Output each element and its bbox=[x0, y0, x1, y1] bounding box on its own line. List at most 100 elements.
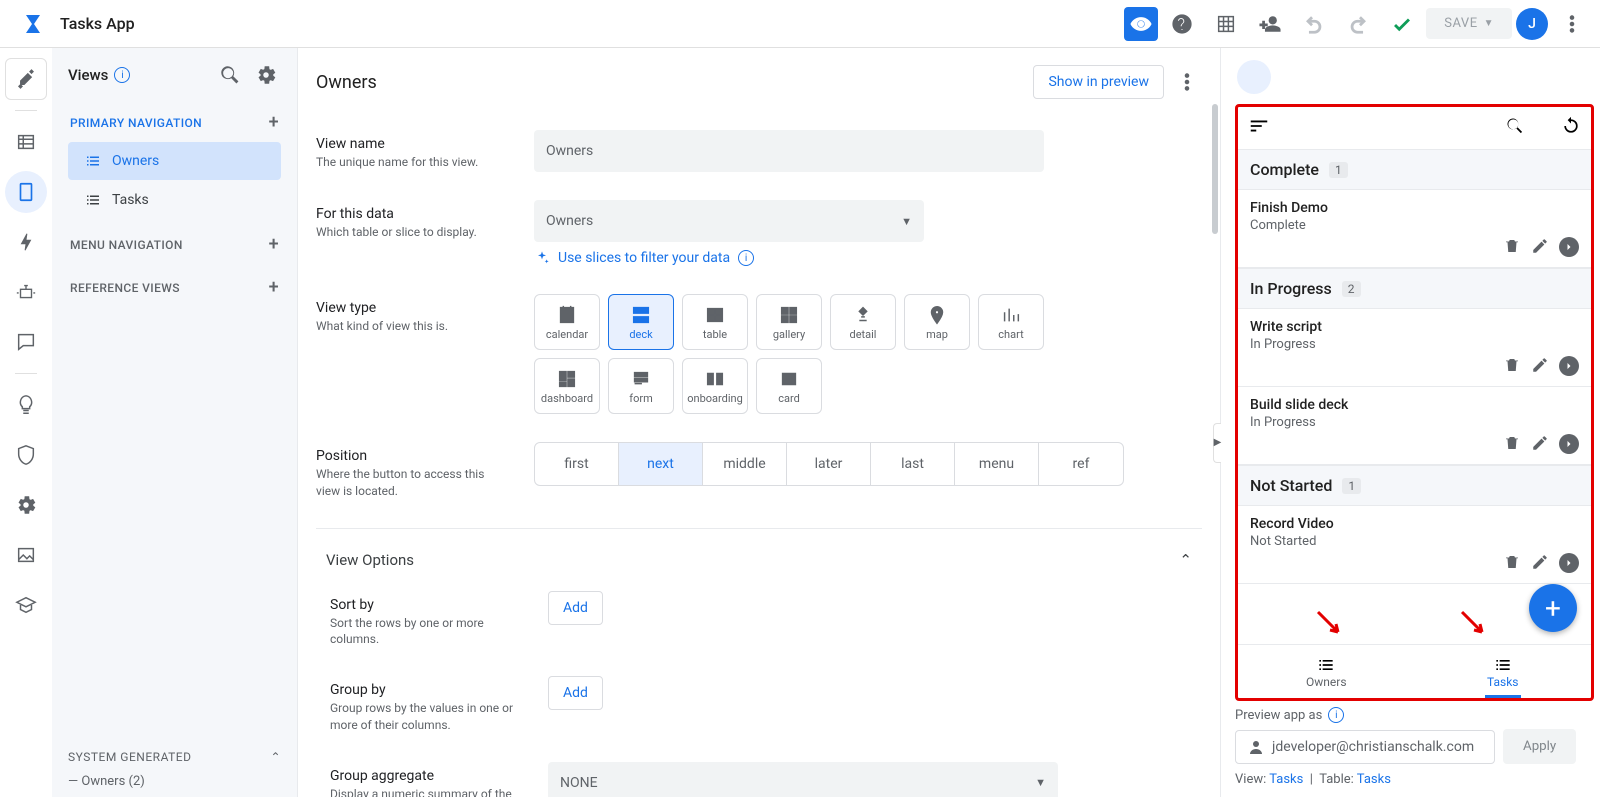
preview-open-new[interactable] bbox=[1558, 60, 1592, 94]
preview-toggle-button[interactable] bbox=[1124, 7, 1158, 41]
share-button[interactable] bbox=[1250, 4, 1290, 44]
card-edit[interactable] bbox=[1531, 237, 1549, 259]
card-open[interactable] bbox=[1559, 356, 1579, 376]
views-settings[interactable] bbox=[251, 60, 281, 90]
sysgen-item[interactable]: — Owners (2) bbox=[52, 774, 297, 797]
rail-intelligence[interactable] bbox=[5, 384, 47, 426]
undo-button[interactable] bbox=[1294, 4, 1334, 44]
keyboard-shortcuts-button[interactable] bbox=[1206, 4, 1246, 44]
preview-tablet-tab[interactable] bbox=[1281, 60, 1315, 94]
group-header[interactable]: Complete1 bbox=[1238, 149, 1591, 190]
phone-sync-icon[interactable] bbox=[1561, 116, 1581, 140]
add-primary-view[interactable]: + bbox=[269, 112, 279, 133]
position-last[interactable]: last bbox=[871, 443, 955, 485]
footer-table-link[interactable]: Tasks bbox=[1357, 772, 1391, 787]
phone-select-icon[interactable] bbox=[1533, 116, 1553, 140]
bottom-nav-owners[interactable]: Owners bbox=[1238, 645, 1415, 698]
view-type-form[interactable]: form bbox=[608, 358, 674, 414]
help-button[interactable] bbox=[1162, 4, 1202, 44]
app-menu-button[interactable] bbox=[1552, 4, 1592, 44]
view-type-detail[interactable]: detail bbox=[830, 294, 896, 350]
preview-card[interactable]: Build slide deckIn Progress bbox=[1238, 387, 1591, 465]
view-type-calendar[interactable]: calendar bbox=[534, 294, 600, 350]
rail-security[interactable] bbox=[5, 434, 47, 476]
position-later[interactable]: later bbox=[787, 443, 871, 485]
footer-view-link[interactable]: Tasks bbox=[1269, 772, 1303, 787]
views-info-icon[interactable]: i bbox=[114, 67, 130, 83]
rail-views[interactable] bbox=[5, 171, 47, 213]
position-first[interactable]: first bbox=[535, 443, 619, 485]
appsheet-logo[interactable] bbox=[20, 10, 48, 38]
card-delete[interactable] bbox=[1503, 356, 1521, 378]
fab-add[interactable]: + bbox=[1529, 584, 1577, 632]
card-open[interactable] bbox=[1559, 237, 1579, 257]
view-options-header[interactable]: View Options⌃ bbox=[316, 543, 1202, 577]
select-for-data[interactable]: Owners▼ bbox=[534, 200, 924, 242]
preview-as-info[interactable]: i bbox=[1328, 707, 1344, 723]
view-type-gallery[interactable]: gallery bbox=[756, 294, 822, 350]
preview-card[interactable]: Write scriptIn Progress bbox=[1238, 309, 1591, 387]
section-ref-views[interactable]: REFERENCE VIEWS+ bbox=[64, 269, 285, 306]
view-type-chart[interactable]: chart bbox=[978, 294, 1044, 350]
view-item-owners[interactable]: Owners bbox=[68, 142, 281, 180]
editor-panel: Owners Show in preview View nameThe uniq… bbox=[298, 48, 1220, 797]
view-item-tasks[interactable]: Tasks bbox=[68, 181, 281, 219]
card-edit[interactable] bbox=[1531, 553, 1549, 575]
preview-apply-button[interactable]: Apply bbox=[1503, 729, 1576, 764]
consistency-check-button[interactable] bbox=[1382, 4, 1422, 44]
card-delete[interactable] bbox=[1503, 434, 1521, 456]
card-open[interactable] bbox=[1559, 434, 1579, 454]
view-type-table[interactable]: table bbox=[682, 294, 748, 350]
sort-by-add[interactable]: Add bbox=[548, 591, 603, 625]
save-button[interactable]: SAVE▼ bbox=[1426, 8, 1512, 39]
section-menu-nav[interactable]: MENU NAVIGATION+ bbox=[64, 226, 285, 263]
group-header[interactable]: Not Started1 bbox=[1238, 465, 1591, 506]
redo-button[interactable] bbox=[1338, 4, 1378, 44]
slice-hint[interactable]: Use slices to filter your datai bbox=[534, 250, 1202, 266]
add-ref-view[interactable]: + bbox=[269, 277, 279, 298]
rail-learn[interactable] bbox=[5, 584, 47, 626]
card-edit[interactable] bbox=[1531, 434, 1549, 456]
position-middle[interactable]: middle bbox=[703, 443, 787, 485]
input-view-name[interactable]: Owners bbox=[534, 130, 1044, 172]
rail-theme[interactable] bbox=[5, 534, 47, 576]
position-ref[interactable]: ref bbox=[1039, 443, 1123, 485]
card-delete[interactable] bbox=[1503, 553, 1521, 575]
preview-card[interactable]: Finish DemoComplete bbox=[1238, 190, 1591, 268]
section-primary-nav[interactable]: PRIMARY NAVIGATION+ bbox=[64, 104, 285, 141]
show-in-preview-button[interactable]: Show in preview bbox=[1033, 65, 1164, 99]
view-type-dashboard[interactable]: dashboard bbox=[534, 358, 600, 414]
rail-actions[interactable] bbox=[5, 221, 47, 263]
position-next[interactable]: next bbox=[619, 443, 703, 485]
card-open[interactable] bbox=[1559, 553, 1579, 573]
collapse-preview[interactable]: ▶ bbox=[1213, 423, 1221, 463]
view-type-map[interactable]: map bbox=[904, 294, 970, 350]
card-delete[interactable] bbox=[1503, 237, 1521, 259]
group-aggregate-select[interactable]: NONE▼ bbox=[548, 762, 1058, 797]
view-type-card[interactable]: card bbox=[756, 358, 822, 414]
view-type-deck[interactable]: deck bbox=[608, 294, 674, 350]
phone-search-icon[interactable] bbox=[1505, 116, 1525, 140]
editor-more-button[interactable] bbox=[1172, 62, 1202, 102]
rail-data[interactable] bbox=[5, 121, 47, 163]
preview-card[interactable]: Record VideoNot Started bbox=[1238, 506, 1591, 584]
preview-phone-tab[interactable] bbox=[1237, 60, 1271, 94]
avatar[interactable]: J bbox=[1516, 8, 1548, 40]
view-type-onboarding[interactable]: onboarding bbox=[682, 358, 748, 414]
bottom-nav-tasks[interactable]: Tasks bbox=[1415, 645, 1592, 698]
group-header[interactable]: In Progress2 bbox=[1238, 268, 1591, 309]
rail-settings[interactable] bbox=[5, 484, 47, 526]
rail-bots[interactable] bbox=[5, 271, 47, 313]
preview-user-select[interactable]: jdeveloper@christianschalk.com bbox=[1235, 730, 1495, 764]
rail-magic-button[interactable] bbox=[5, 58, 47, 100]
phone-sort-icon[interactable] bbox=[1248, 115, 1270, 141]
section-system-generated[interactable]: SYSTEM GENERATED⌃ bbox=[52, 740, 297, 774]
add-menu-view[interactable]: + bbox=[269, 234, 279, 255]
group-by-add[interactable]: Add bbox=[548, 676, 603, 710]
card-edit[interactable] bbox=[1531, 356, 1549, 378]
slice-info-icon[interactable]: i bbox=[738, 250, 754, 266]
rail-chat[interactable] bbox=[5, 321, 47, 363]
position-menu[interactable]: menu bbox=[955, 443, 1039, 485]
views-search[interactable] bbox=[215, 60, 245, 90]
scrollbar[interactable] bbox=[1212, 104, 1218, 234]
